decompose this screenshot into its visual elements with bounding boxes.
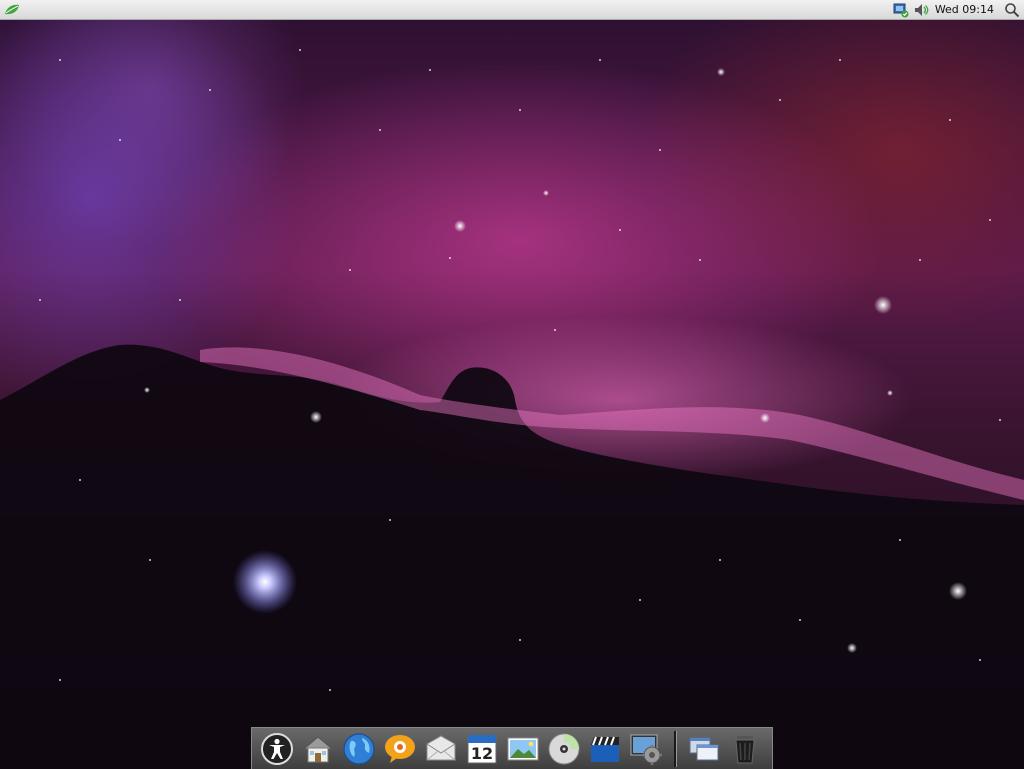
dock-separator: [674, 730, 677, 767]
dark-cloud: [0, 344, 1024, 769]
volume-icon[interactable]: [913, 2, 929, 18]
desktop-wallpaper: [0, 0, 1024, 769]
star: [717, 68, 725, 76]
top-panel: Wed 09:14: [0, 0, 1024, 20]
clock[interactable]: Wed 09:14: [933, 3, 1000, 16]
star: [874, 296, 892, 314]
dock: 12: [251, 727, 773, 769]
web-browser-icon[interactable]: [340, 730, 378, 768]
system-settings-icon[interactable]: [627, 730, 665, 768]
accessibility-icon[interactable]: [258, 730, 296, 768]
mail-icon[interactable]: [422, 730, 460, 768]
music-cd-icon[interactable]: [545, 730, 583, 768]
chat-icon[interactable]: [381, 730, 419, 768]
windows-icon[interactable]: [685, 730, 723, 768]
home-folder-icon[interactable]: [299, 730, 337, 768]
star: [543, 190, 549, 196]
leaf-menu-icon[interactable]: [4, 3, 20, 17]
star: [847, 643, 857, 653]
search-icon[interactable]: [1004, 2, 1020, 18]
star: [454, 220, 466, 232]
trash-icon[interactable]: [726, 730, 764, 768]
star: [144, 387, 150, 393]
star: [310, 411, 322, 423]
photos-icon[interactable]: [504, 730, 542, 768]
movie-clapper-icon[interactable]: [586, 730, 624, 768]
calendar-day: 12: [471, 744, 493, 763]
star: [760, 413, 770, 423]
nebula-scene: [0, 49, 1024, 769]
star: [887, 390, 893, 396]
bright-star: [233, 550, 297, 614]
calendar-icon[interactable]: 12: [463, 730, 501, 768]
network-icon[interactable]: [893, 2, 909, 18]
star: [949, 582, 967, 600]
